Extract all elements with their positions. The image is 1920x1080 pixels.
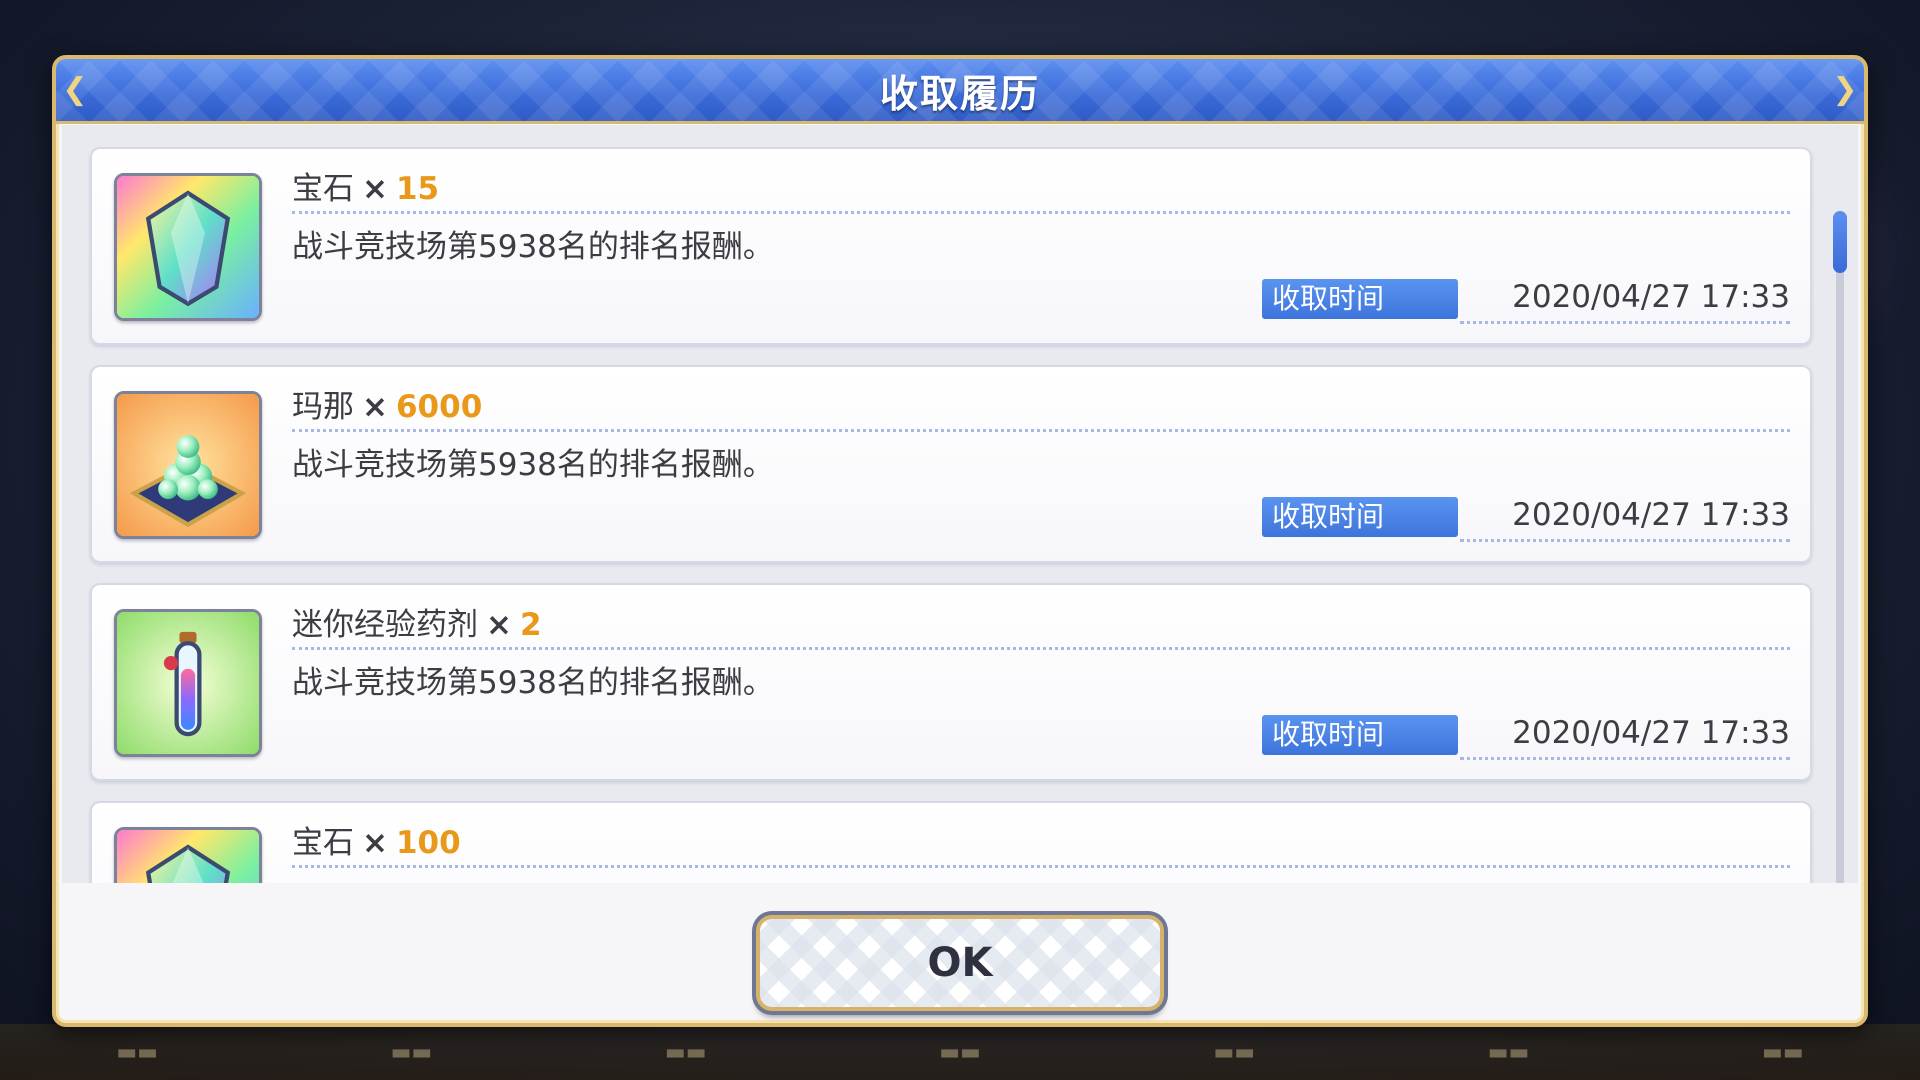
dialog-title: 收取履历 [879,71,1040,116]
item-name: 玛那 [292,389,354,425]
entry-description: 战斗竞技场第5938名的排名报酬。 [292,447,774,483]
history-entry: 玛那 × 6000 战斗竞技场第5938名的排名报酬。 收取时间 2020/04/2… [90,365,1812,563]
receive-time-value: 2020/04/27 17:33 [1512,279,1790,315]
mana-icon [114,391,262,539]
collection-history-dialog: ❮ 收取履历 ❯ 宝石 × 15 战斗竞技场第5938名的排名报酬。 收取时间 … [52,55,1868,1027]
nav-item: ▬▬ [939,1039,981,1065]
history-entry: 宝石 × 100 [90,801,1812,883]
receive-time-value: 2020/04/27 17:33 [1512,715,1790,751]
corner-ornament-icon: ❯ [1832,72,1858,107]
divider [1460,321,1790,324]
divider [292,647,1790,650]
bottom-navigation-dimmed: ▬▬ ▬▬ ▬▬ ▬▬ ▬▬ ▬▬ ▬▬ [0,1024,1920,1080]
item-name: 宝石 [292,825,354,861]
receive-time-label: 收取时间 [1262,715,1458,755]
item-name-line: 宝石 × 100 [292,817,461,862]
item-name: 宝石 [292,171,354,207]
item-name-line: 宝石 × 15 [292,163,439,208]
item-quantity: 6000 [395,389,483,425]
nav-item: ▬▬ [1487,1039,1530,1065]
receive-time-label: 收取时间 [1262,497,1458,537]
ok-button[interactable]: OK [756,915,1164,1011]
item-quantity: 2 [519,607,542,643]
rainbow-gem-icon [114,173,262,321]
entry-description: 战斗竞技场第5938名的排名报酬。 [292,665,774,701]
divider [292,429,1790,432]
rainbow-gem-icon [114,827,262,883]
item-quantity: 15 [395,171,440,207]
dialog-title-bar: ❮ 收取履历 ❯ [56,59,1864,124]
corner-ornament-icon: ❮ [62,72,88,107]
nav-item: ▬▬ [1213,1039,1256,1065]
times-sign: × [362,171,388,207]
nav-item: ▬▬ [1762,1039,1804,1065]
divider [1460,757,1790,760]
times-sign: × [362,825,388,861]
receive-time-label: 收取时间 [1262,279,1458,319]
history-entry: 宝石 × 15 战斗竞技场第5938名的排名报酬。 收取时间 2020/04/27 … [90,147,1812,345]
item-quantity: 100 [395,825,461,861]
scrollbar[interactable] [1833,211,1847,883]
receive-time-value: 2020/04/27 17:33 [1512,497,1790,533]
scrollbar-thumb[interactable] [1833,211,1847,273]
times-sign: × [362,389,388,425]
entry-description: 战斗竞技场第5938名的排名报酬。 [292,229,774,265]
item-name-line: 迷你经验药剂 × 2 [292,599,542,644]
item-name: 迷你经验药剂 [292,607,478,643]
nav-item: ▬▬ [116,1039,158,1065]
divider [292,211,1790,214]
divider [292,865,1790,868]
nav-item: ▬▬ [390,1039,433,1065]
times-sign: × [486,607,512,643]
nav-item: ▬▬ [664,1039,707,1065]
item-name-line: 玛那 × 6000 [292,381,482,426]
history-list[interactable]: 宝石 × 15 战斗竞技场第5938名的排名报酬。 收取时间 2020/04/27 … [62,125,1858,883]
divider [1460,539,1790,542]
history-entry: 迷你经验药剂 × 2 战斗竞技场第5938名的排名报酬。 收取时间 2020/04/… [90,583,1812,781]
exp-potion-icon [114,609,262,757]
